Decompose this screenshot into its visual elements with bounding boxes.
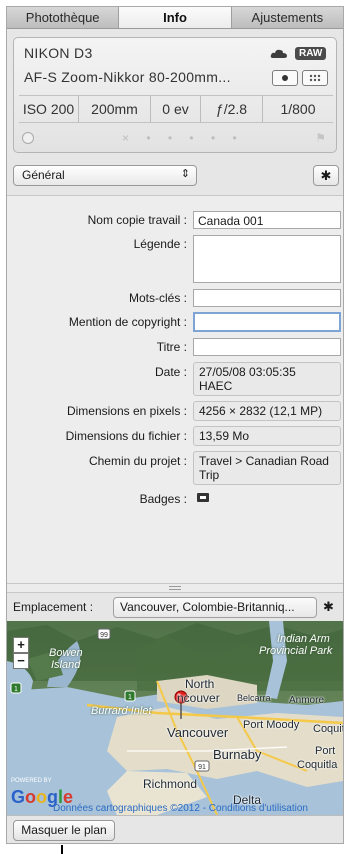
inspector-panel: Photothèque Info Ajustements NIKON D3 AF… <box>6 6 344 844</box>
exif-focal-length: 200mm <box>79 96 151 122</box>
version-name-label: Nom copie travail : <box>87 213 187 227</box>
exif-aperture: ƒ/2.8 <box>201 96 263 122</box>
project-path-line2: Trip <box>199 468 220 482</box>
highway-shield-99: 99 <box>97 628 111 640</box>
gear-icon: ✱ <box>320 168 332 183</box>
location-field[interactable]: Vancouver, Colombie-Britanniq... <box>113 597 317 618</box>
metadata-view-select[interactable]: Général ⇕ <box>13 165 197 186</box>
svg-text:1: 1 <box>128 694 132 701</box>
exif-shutter-speed: 1/800 <box>280 101 316 117</box>
map-label: Port <box>315 745 336 757</box>
svg-text:99: 99 <box>100 632 108 639</box>
rating-stars[interactable]: × • • • • • <box>122 131 244 145</box>
caption-field[interactable] <box>193 235 341 283</box>
pixel-dimensions-label: Dimensions en pixels : <box>66 404 187 418</box>
color-label-button[interactable] <box>22 132 34 144</box>
camera-info-box: NIKON D3 AF-S Zoom-Nikkor 80-200mm... RA… <box>13 37 337 153</box>
map-label: Port Moody <box>243 719 300 731</box>
title-field[interactable] <box>193 338 341 356</box>
cloud-icon <box>270 49 287 58</box>
flag-icon[interactable]: ⚑ <box>315 131 326 145</box>
mouse-cursor <box>61 845 63 854</box>
exif-exposure-bias: 0 ev <box>151 96 201 122</box>
map-label: Bowen <box>49 647 83 659</box>
svg-text:91: 91 <box>198 764 206 771</box>
map-label: Coquitla <box>297 759 338 771</box>
metadata-view-value: Général <box>22 168 65 182</box>
metadata-action-button[interactable]: ✱ <box>313 165 339 186</box>
badges-label: Badges : <box>139 492 187 506</box>
map-label: Island <box>51 659 81 671</box>
location-row: Emplacement : Vancouver, Colombie-Britan… <box>7 595 343 621</box>
map-copyright-link[interactable]: Données cartographiques ©2012 - Conditio… <box>53 803 308 814</box>
hide-map-button[interactable]: Masquer le plan <box>13 820 115 841</box>
exif-strip: ISO 200 200mm 0 ev ƒ/2.8 1/800 <box>19 95 333 123</box>
date-label: Date : <box>154 365 187 379</box>
tab-library[interactable]: Photothèque <box>7 7 120 28</box>
tab-adjustments[interactable]: Ajustements <box>232 7 343 28</box>
splitter-handle[interactable] <box>7 583 343 593</box>
date-value-line1: 27/05/08 03:05:35 <box>199 365 296 379</box>
badge-icon <box>197 493 209 502</box>
updown-arrows-icon: ⇕ <box>180 168 190 180</box>
metadata-fields: Nom copie travail : Canada 001 Légende :… <box>7 195 343 583</box>
map-label: Richmond <box>143 777 198 791</box>
map-label: Burnaby <box>213 747 262 762</box>
tab-info[interactable]: Info <box>119 7 232 28</box>
svg-text:1: 1 <box>14 686 18 693</box>
map-label: Anmore <box>289 695 325 706</box>
date-value-line2: HAEC <box>199 379 233 393</box>
version-name-field[interactable]: Canada 001 <box>193 211 341 229</box>
map-label: Belcarra <box>237 693 271 703</box>
pixel-dimensions-value: 4256 × 2832 (12,1 MP) <box>193 401 341 421</box>
copyright-field[interactable] <box>193 312 341 332</box>
file-size-label: Dimensions du fichier : <box>65 429 187 443</box>
highway-shield-1a: 1 <box>10 682 22 694</box>
map-label: Burrard Inlet <box>91 705 152 717</box>
title-label: Titre : <box>156 340 187 354</box>
zoom-in-button[interactable]: + <box>13 637 29 653</box>
map-label: Indian Arm <box>277 633 330 645</box>
exif-iso: ISO 200 <box>19 96 79 122</box>
metering-mode-icon <box>272 70 298 86</box>
map-label: ncouver <box>177 691 220 705</box>
inspector-tabs: Photothèque Info Ajustements <box>7 7 343 29</box>
bottom-bar: Masquer le plan <box>7 815 343 843</box>
project-path-value: Travel > Canadian Road Trip <box>193 451 341 485</box>
white-balance-icon <box>302 70 328 86</box>
lens-name: AF-S Zoom-Nikkor 80-200mm... <box>24 69 231 85</box>
location-label: Emplacement : <box>13 600 94 614</box>
map-view[interactable]: 99 1 1 91 + − Bowen Island Indian Arm Pr… <box>7 621 343 815</box>
powered-by-label: POWERED BY <box>11 778 52 784</box>
project-path-line1: Travel > Canadian Road <box>199 454 329 468</box>
location-gear-icon[interactable]: ✱ <box>323 599 334 615</box>
copyright-label: Mention de copyright : <box>68 315 187 329</box>
caption-label: Légende : <box>133 237 187 251</box>
highway-shield-1b: 1 <box>124 690 136 702</box>
file-size-value: 13,59 Mo <box>193 426 341 446</box>
highway-shield-91: 91 <box>194 760 210 772</box>
raw-badge: RAW <box>295 47 327 60</box>
keywords-field[interactable] <box>193 289 341 307</box>
zoom-out-button[interactable]: − <box>13 653 29 669</box>
project-path-label: Chemin du projet : <box>88 454 187 468</box>
rating-row: × • • • • • ⚑ <box>22 130 330 148</box>
keywords-label: Mots-clés : <box>128 291 187 305</box>
map-label: Coquit <box>313 723 343 735</box>
map-label: Provincial Park <box>259 645 333 657</box>
map-label: North <box>185 677 215 691</box>
map-label: Vancouver <box>167 725 229 740</box>
date-value: 27/05/08 03:05:35 HAEC <box>193 362 341 396</box>
camera-model: NIKON D3 <box>24 45 93 61</box>
metadata-preset-row: Général ⇕ ✱ <box>7 163 343 191</box>
